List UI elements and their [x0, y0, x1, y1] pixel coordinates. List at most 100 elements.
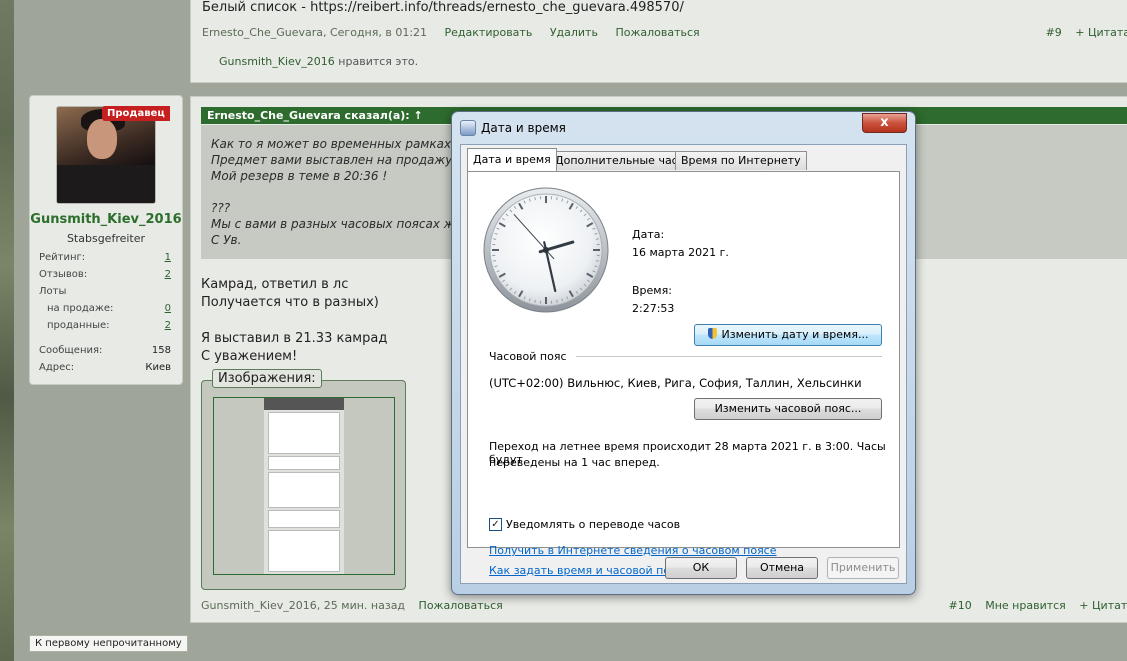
- avatar-face: [87, 119, 117, 159]
- post-actions: #9 + Цитата: [1036, 26, 1127, 39]
- quote-line: Мы с вами в разных часовых поясах ж: [211, 217, 455, 231]
- post-text-line: Камрад, ответил в лс: [201, 277, 349, 292]
- likes-suffix: нравится это.: [334, 55, 419, 68]
- post-actions: #10 Мне нравится + Цитата: [939, 599, 1127, 612]
- analog-clock: [483, 187, 609, 313]
- dialog-title: Дата и время: [481, 121, 566, 135]
- stat-value-link[interactable]: 2: [165, 320, 171, 331]
- clock-minute-tick: [595, 260, 599, 262]
- timezone-value: (UTC+02:00) Вильнюс, Киев, Рига, София, …: [489, 376, 862, 390]
- delete-link[interactable]: Удалить: [550, 26, 598, 39]
- stat-label: проданные:: [47, 320, 110, 331]
- change-datetime-label: Изменить дату и время...: [721, 328, 869, 341]
- quote-link[interactable]: + Цитата: [1075, 26, 1127, 39]
- image-thumbnail[interactable]: [213, 397, 395, 575]
- clock-minute-tick: [534, 197, 536, 201]
- stat-label: Лоты: [39, 286, 67, 297]
- like-link[interactable]: Мне нравится: [985, 599, 1066, 612]
- stat-on-sale: на продаже: 0: [39, 303, 171, 320]
- tab-internet-time[interactable]: Время по Интернету: [675, 151, 807, 170]
- user-card: Продавец Gunsmith_Kiev_2016 Stabsgefreit…: [29, 95, 183, 385]
- stat-value: Киев: [145, 362, 171, 373]
- clock-minute-tick: [556, 299, 558, 303]
- quote-link[interactable]: + Цитата: [1079, 599, 1127, 612]
- stat-value-link[interactable]: 1: [165, 252, 171, 263]
- thumbnail-block: [268, 456, 340, 470]
- seller-badge: Продавец: [102, 106, 170, 121]
- post-number-link[interactable]: #10: [949, 599, 972, 612]
- tab-additional-clocks[interactable]: Дополнительные часы: [549, 151, 693, 170]
- clock-minute-tick: [493, 238, 497, 240]
- close-button[interactable]: x: [862, 113, 907, 133]
- stat-reviews: Отзывов: 2: [39, 269, 171, 286]
- cancel-button[interactable]: Отмена: [746, 557, 818, 579]
- page-left-border: [0, 0, 14, 661]
- post-author-date: Gunsmith_Kiev_2016, 25 мин. назад: [201, 599, 406, 612]
- thumbnail-statusbar: [264, 398, 344, 410]
- tab-panel: Дата: 16 марта 2021 г. Время: 2:27:53 Из…: [467, 171, 900, 577]
- datetime-dialog: Дата и время x Дата и время Дополнительн…: [451, 111, 916, 595]
- thumbnail-screenshot: [264, 398, 344, 574]
- clock-minute-tick: [534, 299, 536, 303]
- quote-line: ???: [211, 201, 231, 215]
- stat-sold: проданные: 2: [39, 320, 171, 337]
- stat-value: 158: [151, 345, 171, 356]
- post-text-line: Получается что в разных): [201, 295, 379, 310]
- date-value: 16 марта 2021 г.: [632, 246, 729, 259]
- timezone-info-link[interactable]: Получить в Интернете сведения о часовом …: [489, 544, 777, 557]
- clock-center: [543, 247, 549, 253]
- clock-minute-tick: [556, 197, 558, 201]
- thumbnail-block: [268, 530, 340, 572]
- stat-messages: Сообщения: 158: [39, 345, 171, 362]
- whitelist-text: Белый список - https://reibert.info/thre…: [202, 0, 684, 15]
- stat-label: Рейтинг:: [39, 252, 86, 263]
- post-meta: Ernesto_Che_Guevara, Сегодня, в 01:21 Ре…: [202, 26, 1127, 39]
- time-value: 2:27:53: [632, 302, 675, 315]
- notify-label: Уведомлять о переводе часов: [506, 518, 681, 531]
- timezone-label: Часовой пояс: [489, 350, 567, 363]
- attached-images: Изображения:: [201, 369, 406, 590]
- change-timezone-button[interactable]: Изменить часовой пояс...: [694, 398, 882, 420]
- previous-post: Белый список - https://reibert.info/thre…: [190, 0, 1127, 83]
- thumbnail-block: [268, 412, 340, 454]
- images-label: Изображения:: [212, 369, 322, 388]
- first-unread-button[interactable]: К первому непрочитанному: [29, 635, 188, 652]
- clock-minute-tick: [493, 260, 497, 262]
- thumbnail-block: [268, 472, 340, 508]
- likes-user-link[interactable]: Gunsmith_Kiev_2016: [219, 55, 335, 68]
- stat-label: на продаже:: [47, 303, 114, 314]
- report-link[interactable]: Пожаловаться: [419, 599, 503, 612]
- user-rank: Stabsgefreiter: [66, 232, 146, 245]
- section-divider: [576, 356, 882, 357]
- report-link[interactable]: Пожаловаться: [615, 26, 699, 39]
- post-number-link[interactable]: #9: [1046, 26, 1062, 39]
- stat-label: Отзывов:: [39, 269, 88, 280]
- stat-value-link[interactable]: 0: [165, 303, 171, 314]
- stat-address: Адрес: Киев: [39, 362, 171, 379]
- username-link[interactable]: Gunsmith_Kiev_2016: [30, 212, 182, 227]
- stat-label: Сообщения:: [39, 345, 103, 356]
- uac-shield-icon: [707, 328, 717, 339]
- tab-date-time[interactable]: Дата и время: [467, 148, 557, 171]
- likes-summary: Gunsmith_Kiev_2016 нравится это.: [219, 55, 418, 68]
- dialog-body: Дата и время Дополнительные часы Время п…: [460, 144, 907, 584]
- ok-button[interactable]: ОК: [665, 557, 737, 579]
- change-datetime-button[interactable]: Изменить дату и время...: [694, 324, 882, 346]
- post-meta: Gunsmith_Kiev_2016, 25 мин. назад Пожало…: [201, 599, 1127, 612]
- post-text-line: С уважением!: [201, 349, 298, 364]
- apply-button[interactable]: Применить: [827, 557, 899, 579]
- time-label: Время:: [632, 284, 672, 297]
- quote-line: С Ув.: [211, 233, 242, 247]
- howto-link[interactable]: Как задать время и часовой пояс?: [489, 564, 689, 577]
- avatar-shirt: [57, 165, 155, 203]
- quote-line: Мой резерв в теме в 20:36 !: [211, 169, 388, 183]
- notify-checkbox[interactable]: ✓: [489, 518, 502, 531]
- dst-info-line: переведены на 1 час вперед.: [489, 456, 660, 469]
- post-text-line: Я выставил в 21.33 камрад: [201, 331, 388, 346]
- stat-rating: Рейтинг: 1: [39, 252, 171, 269]
- edit-link[interactable]: Редактировать: [445, 26, 533, 39]
- stat-lots: Лоты: [39, 286, 171, 303]
- stat-value-link[interactable]: 2: [165, 269, 171, 280]
- stat-label: Адрес:: [39, 362, 75, 373]
- user-stats: Рейтинг: 1 Отзывов: 2 Лоты на продаже: 0 пр…: [39, 252, 171, 379]
